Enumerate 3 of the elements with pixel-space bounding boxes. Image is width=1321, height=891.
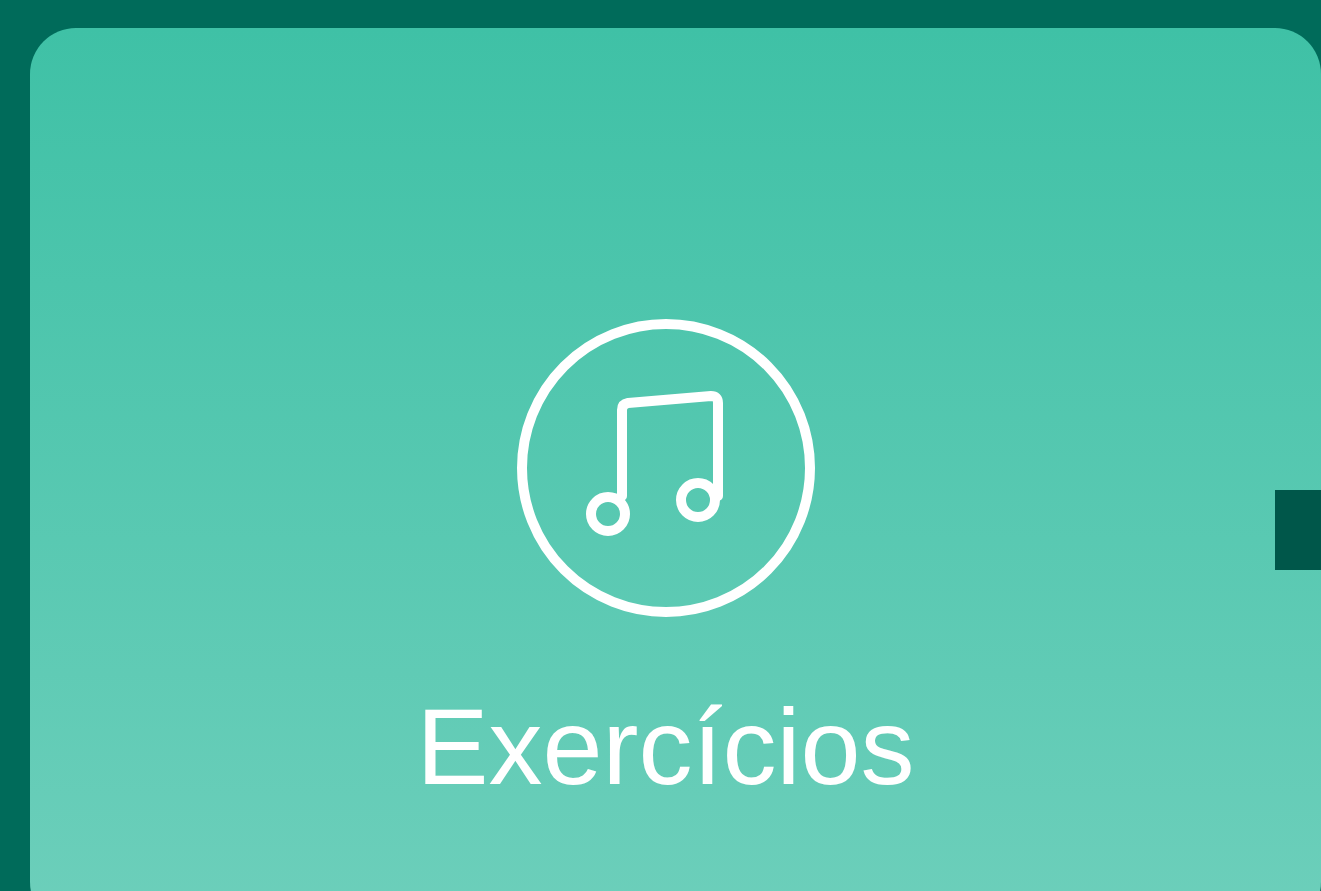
- exercise-tile[interactable]: Exercícios: [30, 28, 1321, 891]
- tile-label: Exercícios: [416, 693, 915, 801]
- music-note-icon: [515, 318, 816, 618]
